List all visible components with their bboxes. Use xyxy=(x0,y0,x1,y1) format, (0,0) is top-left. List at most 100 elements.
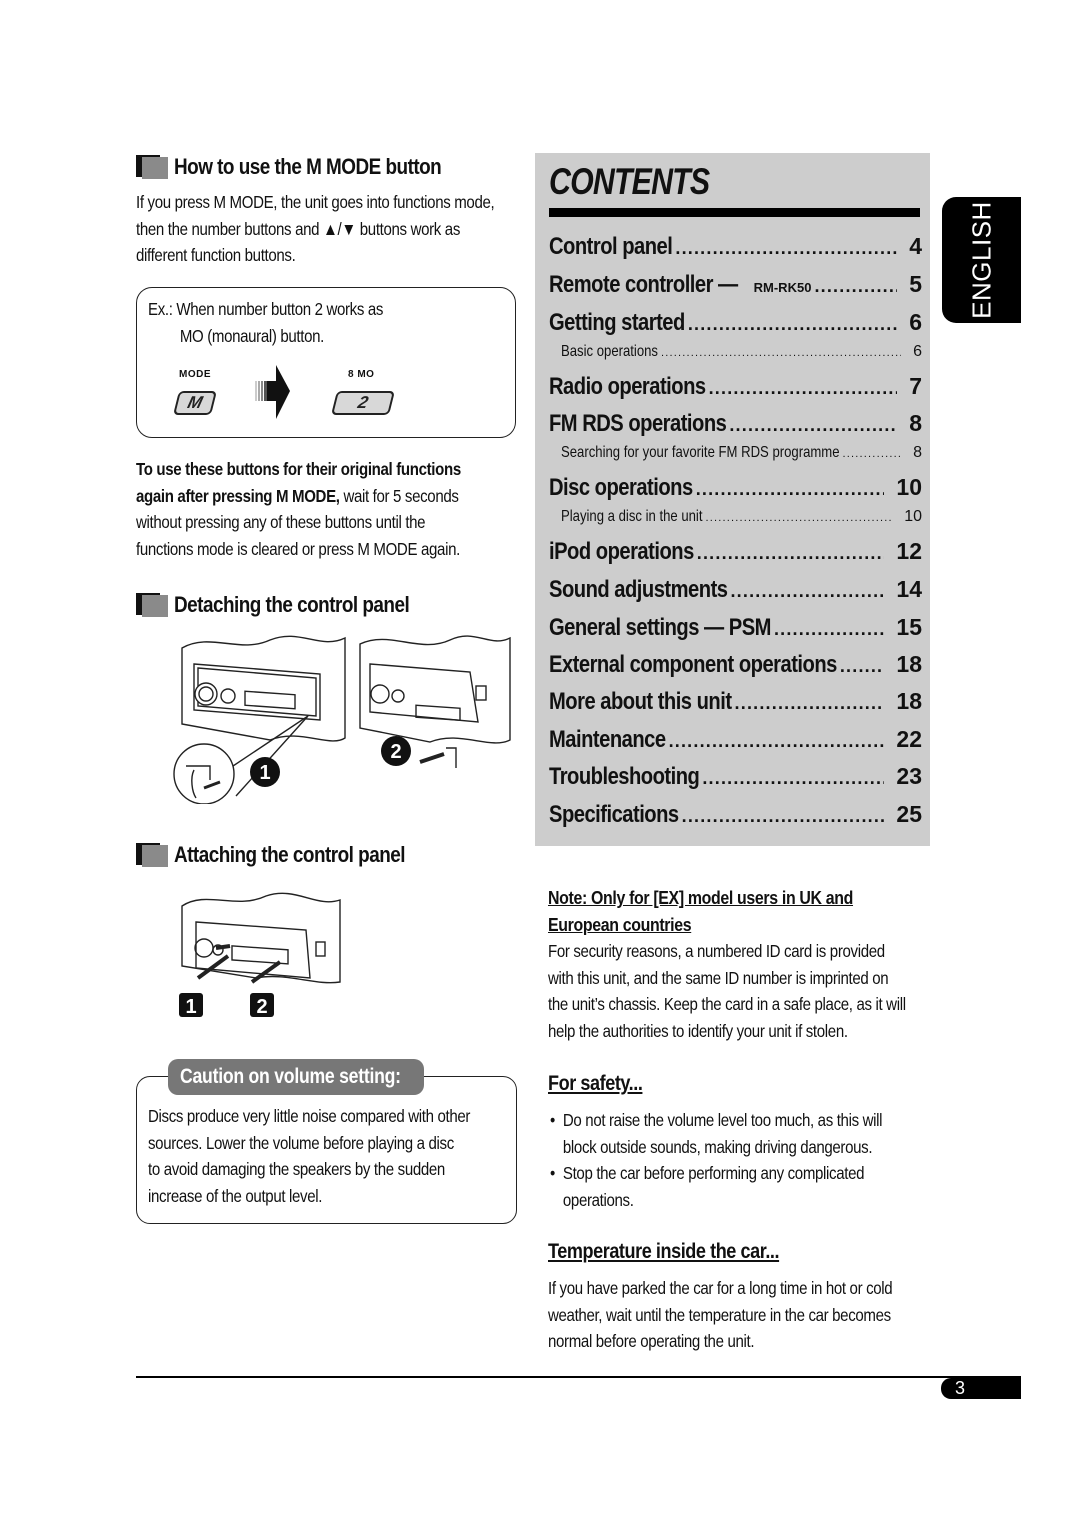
toc-entry[interactable]: iPod operations.........................… xyxy=(549,538,922,566)
toc-entry-label: FM RDS operations xyxy=(549,410,727,437)
detach-panel-illustration xyxy=(173,635,511,804)
section-title: Detaching the control panel xyxy=(174,592,410,617)
toc-entry-label: iPod operations xyxy=(549,538,694,565)
text-line: If you have parked the car for a long ti… xyxy=(548,1278,893,1298)
toc-leader-dots: ........................................… xyxy=(708,378,898,398)
toc-entry[interactable]: Basic operations........................… xyxy=(561,343,922,361)
toc-leader-dots: ........................................… xyxy=(839,656,885,676)
text-line: then the number buttons and ▲/▼ buttons … xyxy=(136,218,461,239)
toc-entry[interactable]: Playing a disc in the unit..............… xyxy=(561,508,922,526)
section-marker-icon xyxy=(136,155,168,179)
toc-entry-label: Radio operations xyxy=(549,373,706,400)
language-tab: ENGLISH xyxy=(942,197,1021,323)
toc-entry[interactable]: Sound adjustments.......................… xyxy=(549,576,922,604)
toc-leader-dots: ........................................… xyxy=(668,731,885,751)
toc-entry[interactable]: Searching for your favorite FM RDS progr… xyxy=(561,444,922,462)
toc-entry[interactable]: FM RDS operations.......................… xyxy=(549,410,922,438)
toc-leader-dots: ........................................… xyxy=(695,479,885,499)
mmode-note: To use these buttons for their original … xyxy=(136,456,461,562)
step-2-square-icon: 2 xyxy=(250,993,274,1018)
toc-page-number: 6 xyxy=(909,309,922,335)
toc-entry[interactable]: Remote controller — RM-RK50.............… xyxy=(549,271,922,299)
toc-page-number: 15 xyxy=(896,614,922,640)
toc-entry[interactable]: External component operations...........… xyxy=(549,651,922,679)
toc-leader-dots: ........................................… xyxy=(729,415,898,435)
text-line: Note: Only for [EX] model users in UK an… xyxy=(548,887,854,908)
page-number: 3 xyxy=(955,1378,966,1398)
temperature-heading: Temperature inside the car... xyxy=(548,1240,780,1263)
text-line: the unit’s chassis. Keep the card in a s… xyxy=(548,994,906,1015)
toc-entry[interactable]: Maintenance.............................… xyxy=(549,726,922,754)
page-number-tab: 3 xyxy=(941,1378,1021,1399)
toc-leader-dots: ........................................… xyxy=(814,276,897,296)
text-line: block outside sounds, making driving dan… xyxy=(562,1136,873,1157)
toc-page-number: 12 xyxy=(896,538,922,564)
section-title: How to use the M MODE button xyxy=(174,154,442,179)
section-marker-icon xyxy=(136,843,168,867)
toc-page-number: 23 xyxy=(896,763,922,789)
section-heading-detach: Detaching the control panel xyxy=(136,591,448,619)
section-heading-attach: Attaching the control panel xyxy=(136,841,443,869)
text-line: help the authorities to identify your un… xyxy=(548,1020,848,1041)
text-line: normal before operating the unit. xyxy=(548,1331,755,1352)
toc-leader-dots: ........................................… xyxy=(696,543,885,563)
toc-entry[interactable]: More about this unit....................… xyxy=(549,688,922,716)
toc-leader-dots: ........................................… xyxy=(705,512,893,524)
toc-entry[interactable]: General settings — PSM..................… xyxy=(549,614,922,642)
text-line: with this unit, and the same ID number i… xyxy=(548,967,889,988)
toc-entry-label: General settings — PSM xyxy=(549,614,771,641)
toc-entry[interactable]: Specifications..........................… xyxy=(549,801,922,829)
caution-text: Discs produce very little noise compared… xyxy=(148,1103,470,1209)
toc-entry-label: Playing a disc in the unit xyxy=(561,508,703,525)
toc-leader-dots: ........................................… xyxy=(675,238,897,258)
safety-list: • Do not raise the volume level too much,… xyxy=(550,1107,882,1213)
toc-entry-model: RM-RK50 xyxy=(753,280,812,295)
contents-title: CONTENTS xyxy=(549,161,710,202)
toc-entry[interactable]: Getting started.........................… xyxy=(549,309,922,337)
toc-leader-dots: ........................................… xyxy=(661,347,902,359)
step-2-icon: 2 xyxy=(381,736,411,766)
example-text: Ex.: When number button 2 works as MO (m… xyxy=(148,296,383,349)
toc-page-number: 18 xyxy=(896,688,922,714)
attach-panel-illustration xyxy=(181,892,341,984)
number-key-2-icon: 2 xyxy=(331,391,395,415)
contents-box: CONTENTS Control panel..................… xyxy=(535,153,930,846)
toc-entry-label: Basic operations xyxy=(561,343,659,360)
toc-page-number: 25 xyxy=(896,801,922,827)
toc-page-number: 10 xyxy=(904,508,922,525)
toc-entry-label: External component operations xyxy=(549,651,837,678)
contents-divider xyxy=(549,208,920,217)
mmode-paragraph: If you press M MODE, the unit goes into … xyxy=(136,189,495,269)
toc-page-number: 14 xyxy=(896,576,922,602)
temperature-text: If you have parked the car for a long ti… xyxy=(548,1275,893,1355)
mode-key-label: MODE xyxy=(179,369,211,380)
toc-leader-dots: ........................................… xyxy=(681,806,885,826)
toc-page-number: 22 xyxy=(896,726,922,752)
text-line: functions mode is cleared or press M MOD… xyxy=(136,538,460,559)
safety-heading: For safety... xyxy=(548,1072,643,1095)
toc-entry-label: Maintenance xyxy=(549,726,666,753)
toc-entry[interactable]: Disc operations.........................… xyxy=(549,474,922,502)
text-line: European countries xyxy=(548,914,692,935)
text-line: weather, wait until the temperature in t… xyxy=(548,1304,891,1325)
toc-page-number: 4 xyxy=(909,233,922,259)
toc-entry-label: Remote controller — xyxy=(549,271,738,298)
text-line: to avoid damaging the speakers by the su… xyxy=(148,1159,445,1180)
caution-title: Caution on volume setting: xyxy=(168,1059,424,1095)
step-1-icon: 1 xyxy=(250,757,280,787)
toc-entry-label: Searching for your favorite FM RDS progr… xyxy=(561,444,840,461)
toc-entry-label: Disc operations xyxy=(549,474,693,501)
key-glyph: M xyxy=(185,393,205,412)
note-heading: Note: Only for [EX] model users in UK an… xyxy=(548,884,903,938)
svg-text:1: 1 xyxy=(259,762,270,784)
toc-page-number: 5 xyxy=(909,271,922,297)
toc-entry[interactable]: Troubleshooting.........................… xyxy=(549,763,922,791)
toc-page-number: 10 xyxy=(896,474,922,500)
toc-page-number: 8 xyxy=(909,410,922,436)
toc-entry[interactable]: Radio operations........................… xyxy=(549,373,922,401)
number-key-label: 8 MO xyxy=(348,369,375,380)
svg-text:2: 2 xyxy=(256,996,267,1018)
toc-entry-label: Sound adjustments xyxy=(549,576,728,603)
toc-entry[interactable]: Control panel...........................… xyxy=(549,233,922,261)
svg-text:1: 1 xyxy=(185,996,196,1018)
